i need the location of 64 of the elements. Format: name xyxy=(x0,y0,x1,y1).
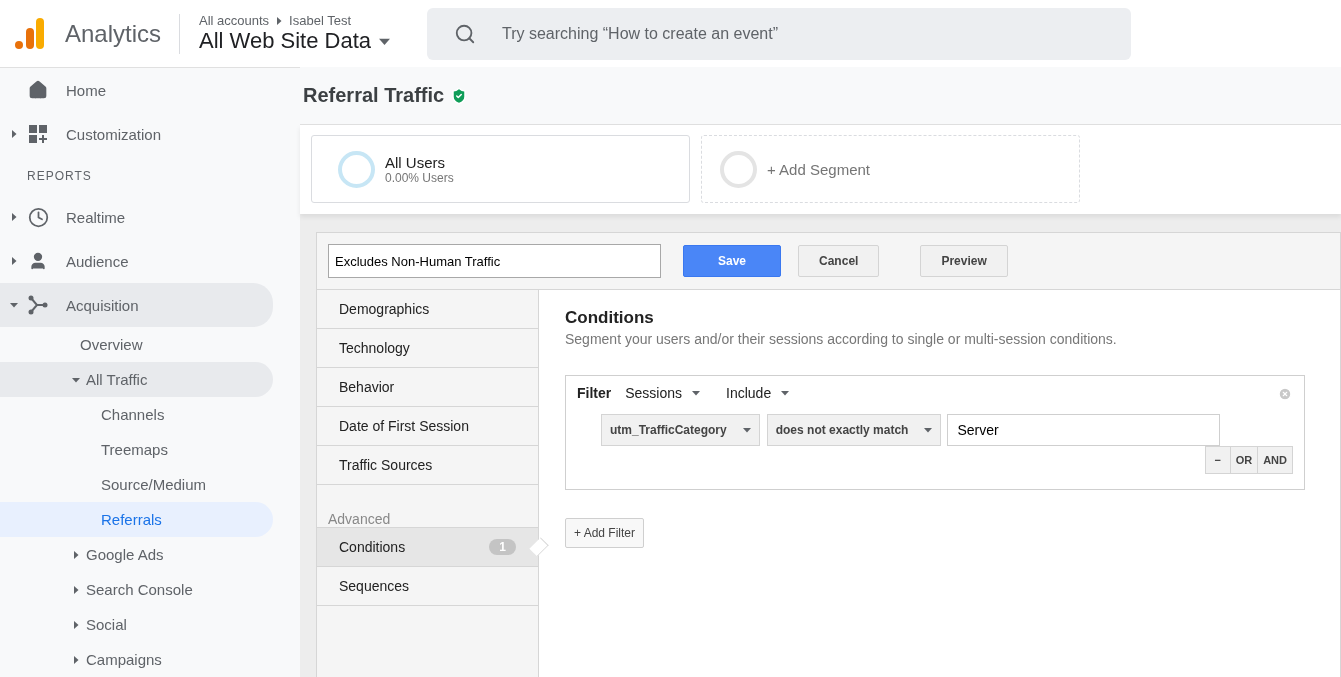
product-name: Analytics xyxy=(65,19,162,48)
chevron-icon xyxy=(275,16,284,25)
ring-icon xyxy=(720,150,757,188)
nav-item[interactable]: Channels xyxy=(0,397,273,432)
home-icon xyxy=(28,80,48,100)
shield-check-icon xyxy=(450,86,469,105)
nav-item[interactable]: Audience xyxy=(0,239,273,283)
menu-item[interactable]: Date of First Session xyxy=(317,407,538,446)
scope-dropdown[interactable]: Sessions xyxy=(625,385,713,401)
search-icon xyxy=(454,22,476,45)
menu-item[interactable]: Technology xyxy=(317,329,538,368)
nav-item[interactable]: Referrals xyxy=(0,502,273,537)
nav-item[interactable]: Acquisition xyxy=(0,283,273,327)
nav-item[interactable]: All Traffic xyxy=(0,362,273,397)
clock-icon xyxy=(28,206,49,228)
add-segment-card[interactable]: + Add Segment xyxy=(701,135,1080,203)
nav-item[interactable]: Source/Medium xyxy=(0,467,273,502)
action-button[interactable]: Preview xyxy=(920,245,1008,277)
nav-item[interactable]: Google Ads xyxy=(0,537,273,572)
caret-icon xyxy=(781,389,790,397)
value-field[interactable]: Server xyxy=(947,414,1221,446)
operator-dropdown[interactable]: does not exactly match xyxy=(766,414,942,446)
section-description: Segment your users and/or their sessions according to single or multi-session conditions. xyxy=(565,331,1117,347)
nav-item[interactable]: Overview xyxy=(0,327,273,362)
count-badge: 1 xyxy=(489,539,516,555)
segment-name: + Add Segment xyxy=(767,160,870,178)
add-filter-button[interactable]: + Add Filter xyxy=(565,518,645,548)
logic-button[interactable]: AND xyxy=(1257,446,1293,474)
segment-detail: 0.00% Users xyxy=(385,170,454,185)
ring-icon xyxy=(338,150,375,188)
logic-button[interactable]: − xyxy=(1204,446,1231,474)
nav-item[interactable]: Social xyxy=(0,607,273,642)
view-selector[interactable]: All Web Site Data xyxy=(199,28,427,54)
caret-icon xyxy=(742,426,751,434)
menu-item[interactable]: Demographics xyxy=(317,290,538,329)
segment-name: All Users xyxy=(385,153,446,171)
bar-chart-logo-icon xyxy=(15,17,45,50)
menu-item[interactable]: Behavior xyxy=(317,368,538,407)
action-button[interactable]: Cancel xyxy=(798,245,880,277)
close-icon[interactable] xyxy=(1278,387,1292,401)
nav-item[interactable]: Campaigns xyxy=(0,642,273,677)
page-title: Referral Traffic xyxy=(303,84,445,107)
breadcrumb-link[interactable]: Isabel Test xyxy=(289,13,351,28)
segment-card[interactable]: All Users 0.00% Users xyxy=(311,135,690,203)
segment-name-field[interactable]: Excludes Non-Human Traffic xyxy=(328,244,661,278)
nav-item[interactable]: Home xyxy=(0,68,273,112)
mode-dropdown[interactable]: Include xyxy=(726,385,802,401)
filter-label: Filter xyxy=(577,385,612,401)
section-heading: REPORTS xyxy=(26,167,93,185)
caret-icon xyxy=(692,389,701,397)
nav-item[interactable]: Search Console xyxy=(0,572,273,607)
grid-plus-icon xyxy=(28,124,48,144)
menu-item[interactable]: Sequences xyxy=(317,567,538,606)
section-title: Conditions xyxy=(565,308,654,328)
breadcrumb-link[interactable]: All accounts xyxy=(199,13,270,28)
person-icon xyxy=(28,251,48,271)
nav-item[interactable]: Realtime xyxy=(0,195,273,239)
dimension-dropdown[interactable]: utm_TrafficCategory xyxy=(601,414,760,446)
menu-item[interactable]: Traffic Sources xyxy=(317,446,538,485)
caret-icon xyxy=(924,426,933,434)
nav-item[interactable]: Customization xyxy=(0,112,273,156)
search-field[interactable]: Try searching “How to create an event” xyxy=(427,7,1131,60)
nav-item[interactable]: Treemaps xyxy=(0,432,273,467)
branch-icon xyxy=(28,295,48,315)
